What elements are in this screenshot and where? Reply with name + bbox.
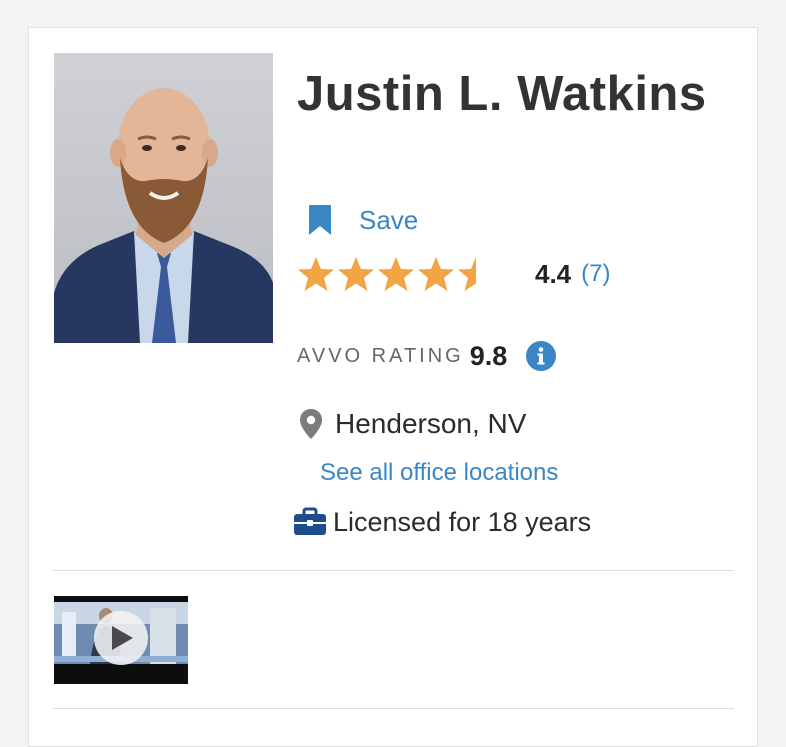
avvo-rating-score: 9.8 [469,340,508,371]
review-rating: 4.4 (7) [297,256,611,292]
divider [53,570,734,571]
attorney-photo-image [54,88,273,343]
star-partial-icon [458,257,476,291]
license-info: Licensed for 18 years [293,504,591,540]
info-icon[interactable] [525,340,557,372]
divider [53,708,734,709]
review-count-link[interactable]: (7) [581,260,610,288]
star-full-icon [298,257,334,291]
video-thumbnail-image [54,602,188,665]
rating-value: 4.4 [535,258,572,289]
location-text: Henderson, NV [335,408,527,439]
save-button[interactable]: Save [307,204,418,236]
star-full-icon [338,257,374,291]
star-full-icon [418,257,454,291]
location: Henderson, NV [299,406,526,442]
attorney-card: Justin L. Watkins Save 4.4 (7) AVVO RATI… [28,27,758,747]
play-icon [94,611,148,665]
avvo-rating-label: AVVO RATING [297,344,464,367]
bookmark-icon [309,205,331,235]
attorney-photo[interactable] [54,53,273,343]
save-label: Save [359,204,419,235]
avvo-rating: AVVO RATING 9.8 [297,336,557,376]
briefcase-icon [294,507,326,535]
license-text: Licensed for 18 years [333,506,592,537]
attorney-name: Justin L. Watkins [297,67,707,121]
see-all-office-locations-link[interactable]: See all office locations [320,459,558,487]
map-pin-icon [300,409,322,439]
star-full-icon [378,257,414,291]
video-thumbnail[interactable] [54,596,188,684]
star-rating [297,256,497,292]
